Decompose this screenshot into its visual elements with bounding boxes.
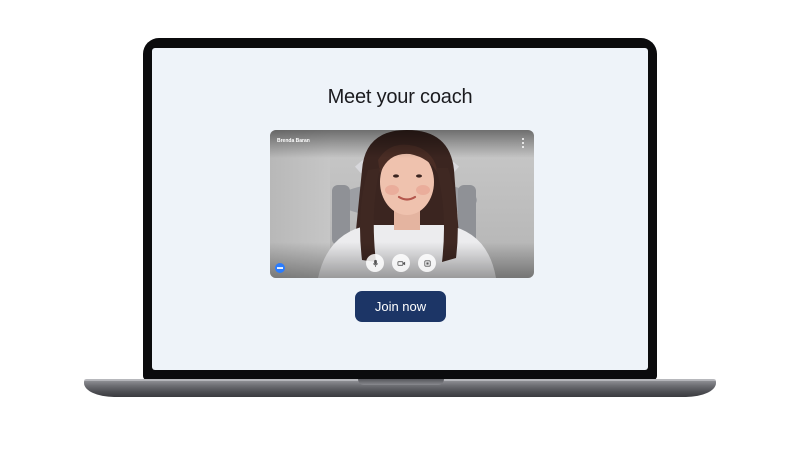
participant-name: Brenda Baran bbox=[277, 138, 310, 144]
visual-effects-icon bbox=[423, 259, 431, 267]
laptop-base-notch bbox=[358, 379, 444, 385]
camera-icon bbox=[396, 260, 405, 266]
visual-effects-button[interactable] bbox=[418, 254, 436, 272]
video-top-gradient bbox=[270, 130, 534, 158]
more-options-icon[interactable] bbox=[275, 263, 285, 273]
microphone-button[interactable] bbox=[366, 254, 384, 272]
microphone-icon bbox=[372, 259, 378, 267]
laptop-screen: Meet your coach Brenda Baran Join now bbox=[152, 48, 648, 370]
page-title: Meet your coach bbox=[327, 86, 473, 108]
more-vertical-icon[interactable] bbox=[520, 138, 526, 148]
video-preview: Brenda Baran bbox=[270, 130, 534, 278]
camera-button[interactable] bbox=[392, 254, 410, 272]
join-now-button[interactable]: Join now bbox=[355, 291, 446, 322]
